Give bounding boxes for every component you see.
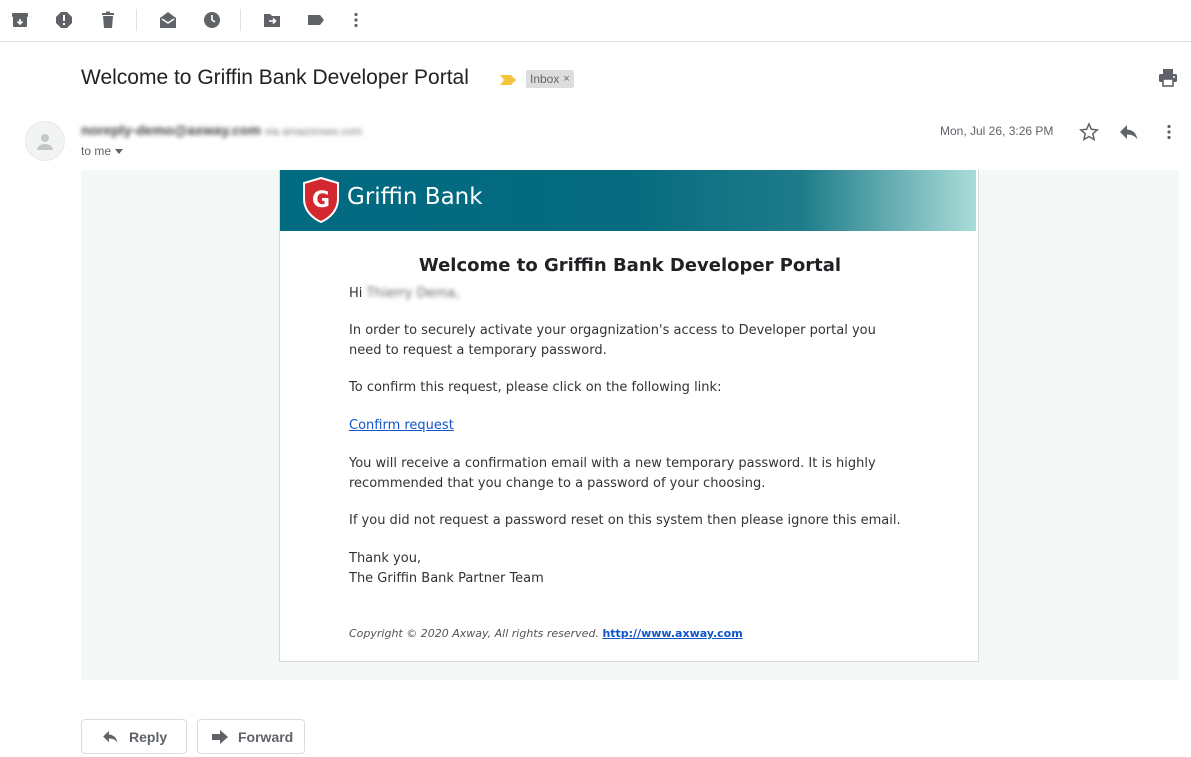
greeting-prefix: Hi [349,286,363,301]
delete-icon[interactable] [97,9,119,31]
toolbar-divider [240,9,241,31]
remove-label-icon[interactable]: × [563,73,569,85]
recipient-details[interactable]: to me [81,144,124,158]
chevron-down-icon [115,148,124,154]
forward-button[interactable]: Forward [197,719,305,754]
archive-icon[interactable] [9,9,31,31]
message-date: Mon, Jul 26, 3:26 PM [940,124,1054,138]
print-icon[interactable] [1158,68,1180,90]
sender-info[interactable]: noreply-demo@axway.com via amazonses.com [81,122,362,138]
inbox-label-chip: Inbox × [526,70,574,88]
greeting-name: Thierry Dema, [366,286,460,301]
paragraph-line: recommended that you change to a passwor… [349,476,766,491]
more-icon[interactable] [345,9,367,31]
recipient-text: to me [81,144,112,158]
reply-button[interactable]: Reply [81,719,187,754]
reply-icon[interactable] [1118,121,1140,143]
confirm-request-link[interactable]: Confirm request [349,418,454,433]
griffin-shield-logo: G [302,176,340,224]
report-spam-icon[interactable] [53,9,75,31]
forward-arrow-icon [212,729,228,744]
paragraph-line: need to request a temporary password. [349,343,607,358]
more-options-icon[interactable] [1158,121,1180,143]
paragraph-ignore: If you did not request a password reset … [349,513,901,528]
inbox-label-text: Inbox [530,72,560,86]
snooze-icon[interactable] [201,9,223,31]
signoff: Thank you, The Griffin Bank Partner Team [349,549,544,589]
reply-label: Reply [129,728,168,745]
email-heading: Welcome to Griffin Bank Developer Portal [418,255,842,276]
paragraph-confirmation-email: You will receive a confirmation email wi… [349,454,876,494]
sender-via: via amazonses.com [264,126,363,138]
paragraph-line: In order to securely activate your orgag… [349,323,876,338]
paragraph-line: You will receive a confirmation email wi… [349,456,876,471]
sender-address: noreply-demo@axway.com [81,122,261,138]
signoff-team: The Griffin Bank Partner Team [349,571,544,586]
confirm-request-link-row: Confirm request [349,416,454,436]
label-icon[interactable] [305,9,327,31]
sender-avatar[interactable] [25,121,65,161]
toolbar-divider [136,9,137,31]
email-subject: Welcome to Griffin Bank Developer Portal [81,66,469,89]
copyright-text: Copyright © 2020 Axway, All rights reser… [349,627,599,640]
importance-marker-icon[interactable] [500,73,516,91]
copyright-footer: Copyright © 2020 Axway, All rights reser… [349,627,743,640]
mark-unread-icon[interactable] [157,9,179,31]
greeting: Hi Thierry Dema, [349,284,459,304]
paragraph-activation: In order to securely activate your orgag… [349,321,876,361]
star-icon[interactable] [1078,121,1100,143]
paragraph-confirm-instructions: To confirm this request, please click on… [349,380,722,395]
forward-label: Forward [238,728,294,745]
signoff-thanks: Thank you, [349,551,422,566]
axway-website-link[interactable]: http://www.axway.com [602,627,742,640]
svg-text:G: G [312,188,330,213]
message-toolbar [0,0,1191,42]
brand-name: Griffin Bank [347,184,483,210]
move-to-icon[interactable] [261,9,283,31]
reply-arrow-icon [103,730,118,743]
